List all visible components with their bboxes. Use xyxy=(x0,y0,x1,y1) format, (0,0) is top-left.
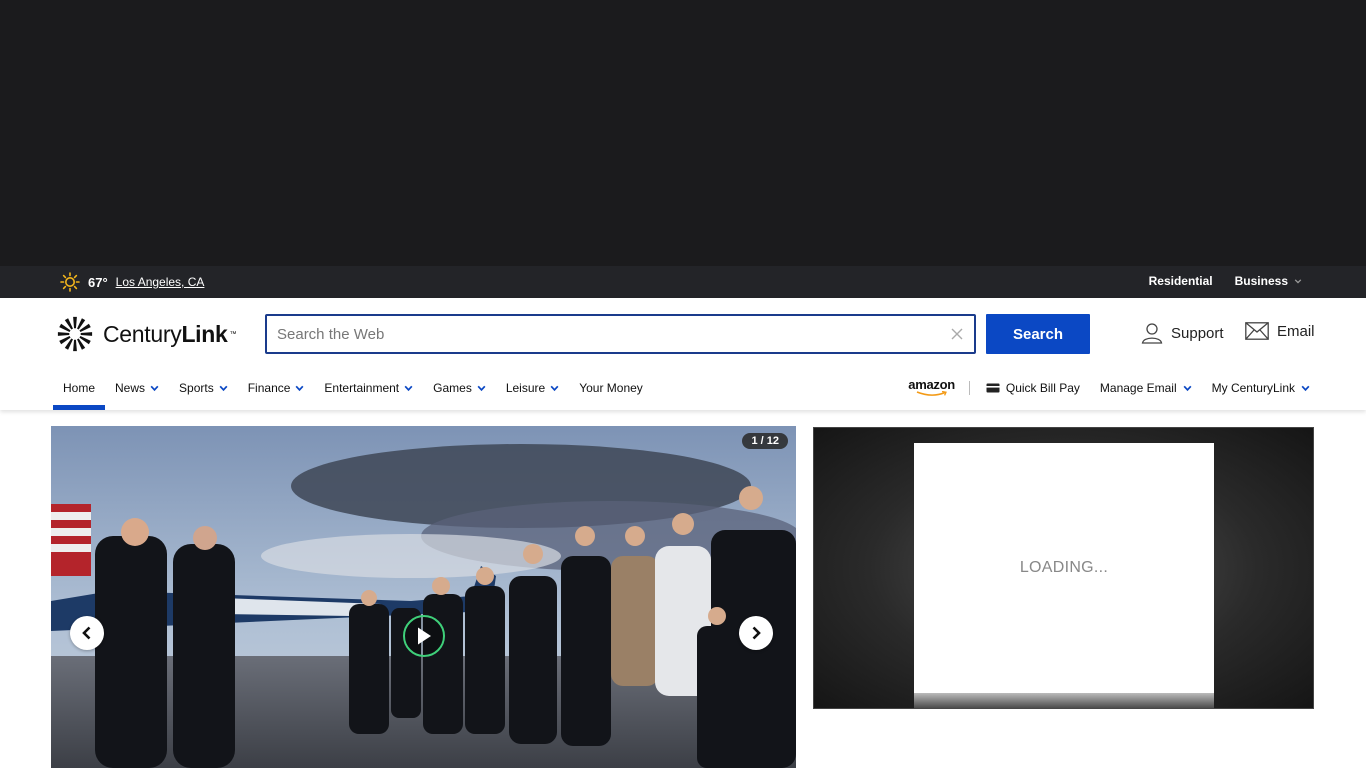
nav-item-sports[interactable]: Sports xyxy=(169,372,238,404)
residential-link[interactable]: Residential xyxy=(1149,274,1213,288)
nav-utility-links: amazon Quick Bill Pay Manage Email My Ce… xyxy=(908,372,1310,404)
envelope-icon xyxy=(1245,322,1269,340)
nav-label: Leisure xyxy=(505,381,546,395)
brand-name-bold: Link xyxy=(181,320,228,347)
play-button[interactable] xyxy=(403,615,445,657)
utility-bar: 67° Los Angeles, CA Residential Business xyxy=(0,266,1366,298)
search-button[interactable]: Search xyxy=(986,314,1090,354)
chevron-down-icon xyxy=(1294,279,1302,284)
side-ad-panel: LOADING... xyxy=(813,427,1314,709)
chevron-right-icon xyxy=(752,626,761,640)
quick-bill-pay-link[interactable]: Quick Bill Pay xyxy=(986,381,1080,395)
amazon-logo-text: amazon xyxy=(908,377,955,392)
nav-label: Your Money xyxy=(579,381,643,395)
email-label: Email xyxy=(1277,322,1315,340)
nav-item-finance[interactable]: Finance xyxy=(238,372,315,404)
credit-card-icon xyxy=(986,383,1000,393)
chevron-down-icon xyxy=(295,385,304,391)
ad-loading-card: LOADING... xyxy=(914,443,1214,693)
support-link[interactable]: Support xyxy=(1141,322,1224,344)
nav-label: Games xyxy=(433,381,472,395)
nav-item-games[interactable]: Games xyxy=(423,372,496,404)
chevron-down-icon xyxy=(477,385,486,391)
quick-bill-pay-label: Quick Bill Pay xyxy=(1005,381,1080,395)
user-icon xyxy=(1141,323,1163,344)
brand-wordmark: CenturyLink xyxy=(103,321,228,348)
amazon-smile-icon xyxy=(916,391,947,396)
top-ad-banner xyxy=(0,0,1366,266)
featured-slideshow[interactable]: 1 / 12 xyxy=(51,426,796,768)
segment-links: Residential Business xyxy=(1149,274,1302,288)
nav-label: Sports xyxy=(179,381,214,395)
chevron-down-icon xyxy=(404,385,413,391)
nav-item-entertainment[interactable]: Entertainment xyxy=(314,372,423,404)
centurylink-logo-mark-icon xyxy=(57,316,93,352)
weather-widget[interactable]: 67° Los Angeles, CA xyxy=(60,272,205,292)
support-label: Support xyxy=(1171,324,1224,342)
weather-location-link[interactable]: Los Angeles, CA xyxy=(116,275,205,289)
chevron-down-icon xyxy=(1301,385,1310,391)
chevron-down-icon xyxy=(150,385,159,391)
business-label: Business xyxy=(1234,274,1288,288)
nav-label: Finance xyxy=(247,381,291,395)
chevron-down-icon xyxy=(1183,385,1192,391)
nav-item-news[interactable]: News xyxy=(105,372,169,404)
business-dropdown[interactable]: Business xyxy=(1235,274,1302,288)
chevron-down-icon xyxy=(219,385,228,391)
nav-label: Entertainment xyxy=(324,381,400,395)
email-link[interactable]: Email xyxy=(1245,322,1315,340)
close-icon[interactable] xyxy=(950,327,964,341)
main-nav: Home News Sports Finance Entertainment G… xyxy=(53,372,653,410)
ad-loading-text: LOADING... xyxy=(1019,559,1109,576)
next-slide-button[interactable] xyxy=(739,616,773,650)
ad-card-reflection xyxy=(914,693,1214,709)
nav-item-leisure[interactable]: Leisure xyxy=(496,372,569,404)
centurylink-logo[interactable]: CenturyLink ™ xyxy=(56,314,237,354)
manage-email-label: Manage Email xyxy=(1099,381,1177,395)
nav-label: Home xyxy=(63,381,96,395)
previous-slide-button[interactable] xyxy=(70,616,104,650)
brand-name-regular: Century xyxy=(103,320,182,347)
chevron-left-icon xyxy=(82,626,91,640)
my-centurylink-dropdown[interactable]: My CenturyLink xyxy=(1212,381,1310,395)
trademark-symbol: ™ xyxy=(229,330,237,338)
search-input[interactable] xyxy=(267,316,927,352)
chevron-down-icon xyxy=(550,385,559,391)
nav-label: News xyxy=(115,381,146,395)
site-header: CenturyLink ™ Search Support Email Home … xyxy=(0,298,1366,410)
sun-icon xyxy=(60,272,80,292)
my-centurylink-label: My CenturyLink xyxy=(1211,381,1295,395)
play-icon xyxy=(418,627,431,645)
amazon-link[interactable]: amazon xyxy=(908,377,955,397)
nav-item-your-money[interactable]: Your Money xyxy=(569,372,653,404)
slideshow-photo xyxy=(51,426,796,768)
nav-item-home[interactable]: Home xyxy=(53,372,106,410)
divider xyxy=(968,381,970,395)
search-box xyxy=(265,314,976,354)
manage-email-dropdown[interactable]: Manage Email xyxy=(1100,381,1192,395)
weather-temperature: 67° xyxy=(88,274,108,290)
slide-counter: 1 / 12 xyxy=(742,433,788,449)
